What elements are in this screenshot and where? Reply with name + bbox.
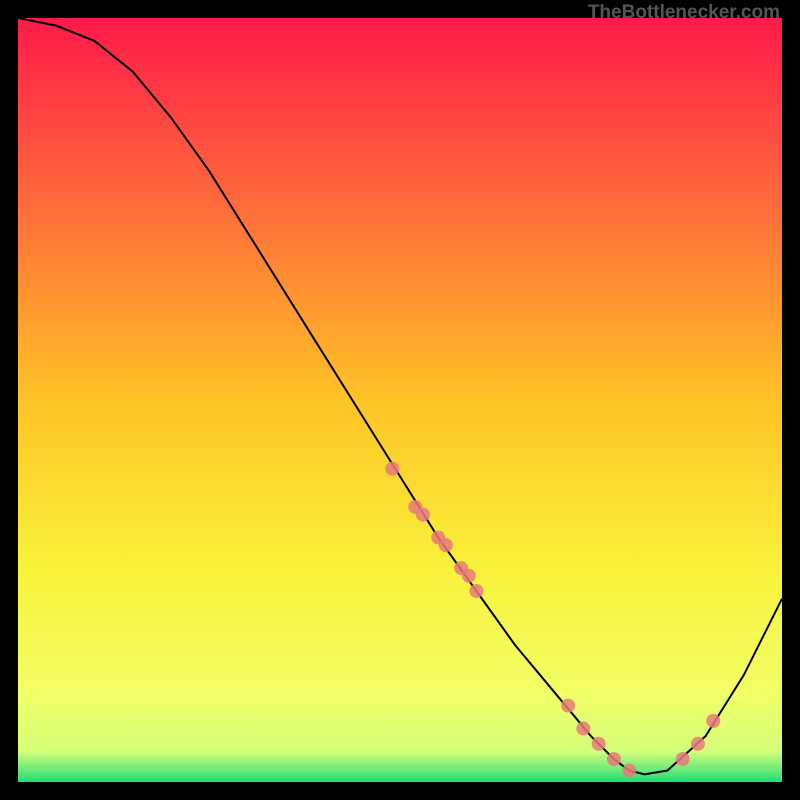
chart-container: TheBottlenecker.com (0, 0, 800, 800)
data-point (561, 699, 575, 713)
gradient-background (18, 18, 782, 782)
chart-svg (18, 18, 782, 782)
data-point (469, 584, 483, 598)
data-point (622, 764, 636, 778)
data-point (691, 737, 705, 751)
data-point (576, 722, 590, 736)
data-point (416, 508, 430, 522)
data-point (706, 714, 720, 728)
data-point (439, 538, 453, 552)
data-point (385, 462, 399, 476)
watermark-text: TheBottlenecker.com (588, 2, 780, 24)
plot-area (18, 18, 782, 782)
data-point (607, 752, 621, 766)
data-point (592, 737, 606, 751)
data-point (676, 752, 690, 766)
data-point (462, 569, 476, 583)
